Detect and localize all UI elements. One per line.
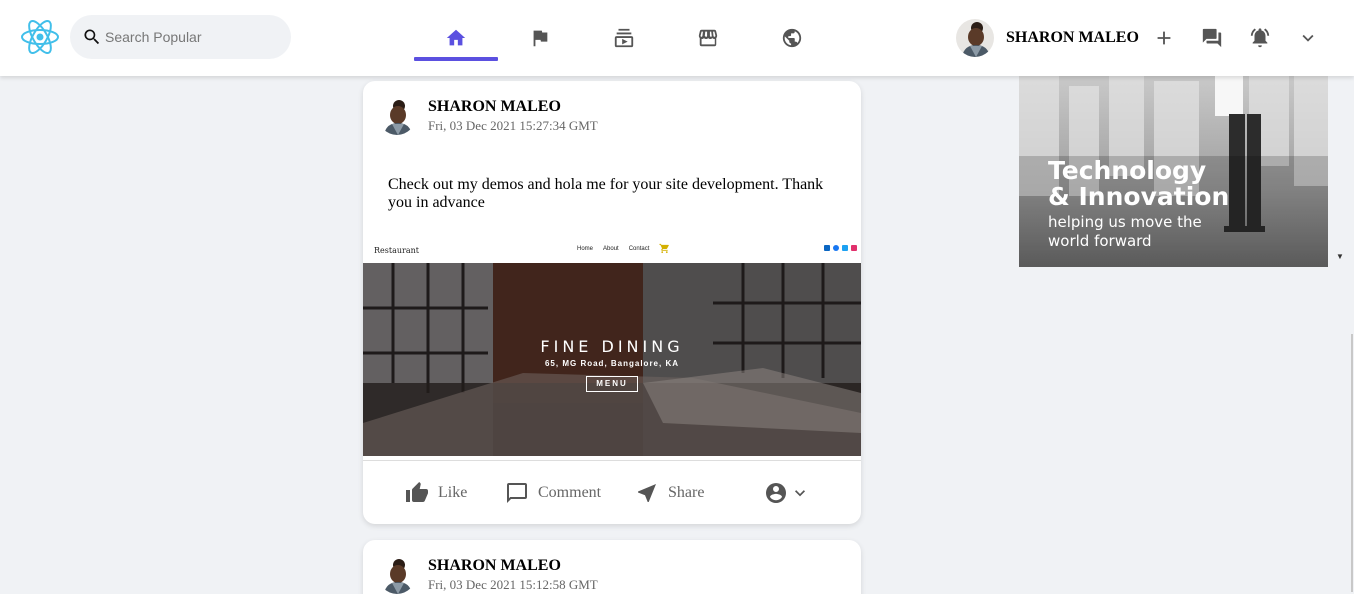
tab-home[interactable] bbox=[414, 0, 498, 76]
facebook-icon bbox=[833, 245, 839, 251]
post-image[interactable]: Restaurant Home About Contact FINE DININ… bbox=[363, 239, 861, 456]
post-header: SHARON MALEO Fri, 03 Dec 2021 15:12:58 G… bbox=[378, 556, 598, 594]
post-audience-menu[interactable] bbox=[764, 461, 810, 524]
tab-subscriptions[interactable] bbox=[582, 0, 666, 76]
menu-button: MENU bbox=[586, 376, 638, 392]
chevron-down-icon bbox=[1302, 34, 1314, 42]
messages-button[interactable] bbox=[1201, 27, 1223, 49]
site-brand: Restaurant bbox=[374, 246, 419, 255]
page-scrollbar[interactable] bbox=[1349, 76, 1354, 594]
linkedin-icon bbox=[824, 245, 830, 251]
share-button[interactable]: Share bbox=[635, 461, 704, 524]
post-card: SHARON MALEO Fri, 03 Dec 2021 15:12:58 G… bbox=[363, 540, 861, 594]
post-header: SHARON MALEO Fri, 03 Dec 2021 15:27:34 G… bbox=[378, 97, 598, 135]
post-meta: SHARON MALEO Fri, 03 Dec 2021 15:12:58 G… bbox=[428, 557, 598, 594]
post-meta: SHARON MALEO Fri, 03 Dec 2021 15:27:34 G… bbox=[428, 98, 598, 135]
avatar-image bbox=[956, 19, 994, 57]
notifications-icon bbox=[1250, 28, 1270, 48]
chevron-down-icon bbox=[795, 489, 805, 496]
comment-icon bbox=[507, 482, 527, 503]
post-actions: Like Comment Share bbox=[363, 461, 861, 524]
site-link-about: About bbox=[603, 246, 619, 252]
post-author[interactable]: SHARON MALEO bbox=[428, 98, 598, 116]
avatar[interactable] bbox=[378, 556, 416, 594]
home-icon bbox=[446, 29, 466, 46]
comment-button[interactable]: Comment bbox=[505, 461, 601, 524]
avatar-image bbox=[378, 97, 416, 135]
comment-label: Comment bbox=[538, 483, 602, 501]
hero-title: FINE DINING bbox=[540, 337, 684, 356]
flag-icon bbox=[533, 30, 548, 47]
avatar[interactable] bbox=[956, 19, 994, 57]
twitter-icon bbox=[842, 245, 848, 251]
site-social-links bbox=[824, 245, 857, 251]
site-hero: FINE DINING 65, MG Road, Bangalore, KA M… bbox=[363, 263, 861, 456]
add-button[interactable] bbox=[1153, 27, 1175, 49]
notifications-button[interactable] bbox=[1249, 27, 1271, 49]
post-text: Check out my demos and hola me for your … bbox=[388, 176, 824, 211]
top-navbar: SHARON MALEO bbox=[0, 0, 1354, 76]
storefront-icon bbox=[698, 29, 718, 47]
user-name[interactable]: SHARON MALEO bbox=[1006, 29, 1139, 47]
hero-subtitle: 65, MG Road, Bangalore, KA bbox=[544, 359, 680, 368]
user-controls: SHARON MALEO bbox=[956, 0, 1319, 76]
groups-icon bbox=[782, 28, 802, 48]
search-input[interactable] bbox=[105, 29, 285, 45]
thumb-up-icon bbox=[406, 481, 428, 502]
site-preview-navbar: Restaurant Home About Contact bbox=[363, 239, 861, 263]
avatar-image bbox=[378, 556, 416, 594]
post-date: Fri, 03 Dec 2021 15:12:58 GMT bbox=[428, 577, 598, 592]
account-circle-icon bbox=[766, 482, 786, 503]
tab-marketplace[interactable] bbox=[666, 0, 750, 76]
post-author[interactable]: SHARON MALEO bbox=[428, 557, 598, 575]
site-links: Home About Contact bbox=[577, 243, 670, 254]
sponsored-ad[interactable]: Technology & Innovation helping us move … bbox=[1019, 76, 1328, 267]
share-label: Share bbox=[668, 483, 705, 501]
post-date: Fri, 03 Dec 2021 15:27:34 GMT bbox=[428, 118, 598, 133]
tab-flag[interactable] bbox=[498, 0, 582, 76]
ad-headline: Technology bbox=[1048, 156, 1207, 185]
avatar[interactable] bbox=[378, 97, 416, 135]
sidebar-scroll-down-icon[interactable]: ▼ bbox=[1336, 252, 1344, 261]
site-link-home: Home bbox=[577, 246, 594, 252]
send-icon bbox=[638, 483, 656, 502]
instagram-icon bbox=[851, 245, 857, 251]
scrollbar-thumb[interactable] bbox=[1351, 334, 1353, 592]
account-menu-button[interactable] bbox=[1297, 27, 1319, 49]
react-logo-icon[interactable] bbox=[20, 17, 60, 57]
tab-groups[interactable] bbox=[750, 0, 834, 76]
like-label: Like bbox=[438, 483, 468, 501]
subscriptions-icon bbox=[614, 28, 634, 48]
ad-tagline-2: world forward bbox=[1048, 232, 1152, 250]
post-card: SHARON MALEO Fri, 03 Dec 2021 15:27:34 G… bbox=[363, 81, 861, 524]
like-button[interactable]: Like bbox=[405, 461, 467, 524]
ad-headline-2: & Innovation bbox=[1048, 182, 1230, 211]
search-icon bbox=[84, 29, 100, 45]
main-nav bbox=[414, 0, 834, 76]
add-icon bbox=[1157, 31, 1171, 45]
search-bar[interactable] bbox=[70, 15, 291, 59]
site-link-contact: Contact bbox=[628, 246, 650, 252]
cart-icon bbox=[659, 243, 670, 254]
ad-tagline: helping us move the bbox=[1048, 213, 1202, 231]
chat-icon bbox=[1202, 28, 1222, 48]
